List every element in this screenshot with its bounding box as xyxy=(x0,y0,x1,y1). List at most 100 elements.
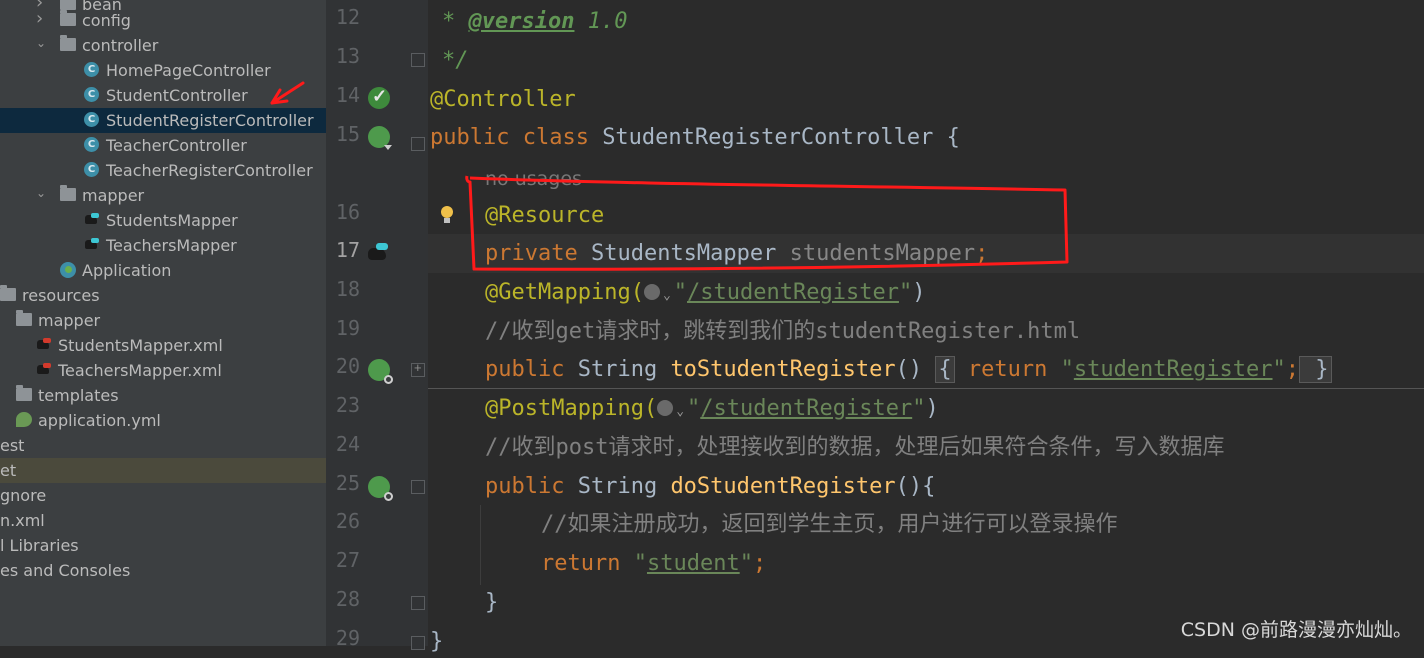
tree-item[interactable]: ⌄ mapper xyxy=(0,308,326,333)
line-number: 27 xyxy=(335,548,360,572)
tree-item[interactable]: ⌄resources xyxy=(0,283,326,308)
usages-hint[interactable]: no usages xyxy=(485,163,582,195)
globe-icon[interactable] xyxy=(643,284,660,300)
tree-item-label: StudentRegisterController xyxy=(106,111,314,130)
code-line-18: @GetMapping(⌄ "/studentRegister") xyxy=(485,277,925,309)
tree-item-label: StudentsMapper.xml xyxy=(58,336,223,355)
code-line-14: @Controller xyxy=(430,87,576,112)
fold-marker[interactable] xyxy=(411,137,425,151)
spring-bean-gutter-icon[interactable] xyxy=(368,126,392,150)
autowired-bean-gutter-icon[interactable] xyxy=(366,240,388,262)
tree-item-label: templates xyxy=(38,386,119,405)
line-number: 20 xyxy=(335,354,360,378)
code-line-26: //如果注册成功，返回到学生主页，用户进行可以登录操作 xyxy=(541,512,1118,537)
line-number: 15 xyxy=(335,122,360,146)
tree-item-label: n.xml xyxy=(0,511,45,530)
tree-item-label: StudentsMapper xyxy=(106,211,238,230)
java-class-icon: C xyxy=(84,112,100,128)
tree-item[interactable]: es and Consoles xyxy=(0,558,326,583)
line-number: 16 xyxy=(335,200,360,224)
tree-item[interactable]: l Libraries xyxy=(0,533,326,558)
tree-item-label: TeachersMapper.xml xyxy=(58,361,222,380)
tree-item[interactable]: Application xyxy=(0,258,326,283)
fold-marker[interactable] xyxy=(411,636,425,650)
chevron-down-icon[interactable]: ⌄ xyxy=(36,186,48,202)
tree-item[interactable]: est xyxy=(0,433,326,458)
tree-item-label: est xyxy=(0,436,25,455)
chevron-right-icon[interactable]: › xyxy=(36,8,48,29)
chevron-down-icon[interactable]: ⌄ xyxy=(676,396,684,428)
tree-item[interactable]: StudentsMapper.xml xyxy=(0,333,326,358)
chevron-down-icon[interactable]: ⌄ xyxy=(663,280,671,312)
code-line-16: @Resource xyxy=(485,203,605,228)
line-number: 17 xyxy=(335,238,360,262)
tree-item-label: application.yml xyxy=(38,411,161,430)
web-endpoint-gutter-icon[interactable] xyxy=(368,476,393,501)
code-line-24: //收到post请求时，处理接收到的数据，处理后如果符合条件，写入数据库 xyxy=(485,435,1225,460)
tree-item-label: mapper xyxy=(38,311,101,330)
mybatis-mapper-icon xyxy=(84,212,100,228)
fold-marker[interactable] xyxy=(411,53,425,67)
chevron-right-icon[interactable]: › xyxy=(36,0,48,13)
tree-item[interactable]: TeachersMapper.xml xyxy=(0,358,326,383)
folder-icon xyxy=(60,10,76,28)
folder-icon xyxy=(0,285,16,303)
intention-bulb-icon[interactable] xyxy=(440,206,454,224)
tree-item[interactable]: C StudentController xyxy=(0,83,326,108)
fold-expand-marker[interactable] xyxy=(411,360,425,377)
indent-guide xyxy=(480,505,481,585)
tree-item[interactable]: › templates xyxy=(0,383,326,408)
tree-item[interactable]: gnore xyxy=(0,483,326,508)
java-class-icon: C xyxy=(84,162,100,178)
web-endpoint-gutter-icon[interactable] xyxy=(368,359,393,384)
tree-item-label: TeacherController xyxy=(106,136,247,155)
line-number: 12 xyxy=(335,5,360,29)
fold-marker[interactable] xyxy=(411,480,425,494)
line-number: 19 xyxy=(335,316,360,340)
code-line-19: //收到get请求时，跳转到我们的studentRegister.html xyxy=(485,319,1081,344)
folder-icon xyxy=(16,310,32,328)
tree-item[interactable]: StudentsMapper xyxy=(0,208,326,233)
tree-item[interactable]: › config xyxy=(0,8,326,33)
tree-item[interactable]: n.xml xyxy=(0,508,326,533)
tree-item-label: mapper xyxy=(82,186,145,205)
method-separator xyxy=(428,388,1424,389)
chevron-down-icon[interactable]: ⌄ xyxy=(0,311,4,327)
code-line-27: return "student"; xyxy=(541,551,767,576)
line-number: 28 xyxy=(335,587,360,611)
folder-icon xyxy=(60,35,76,53)
tree-item-label: Application xyxy=(82,261,172,280)
tree-item[interactable]: et xyxy=(0,458,326,483)
tree-item[interactable]: C TeacherRegisterController xyxy=(0,158,326,183)
folded-block[interactable]: } xyxy=(1299,356,1332,383)
tree-item[interactable]: application.yml xyxy=(0,408,326,433)
folded-block[interactable]: { xyxy=(935,356,955,383)
line-number: 14 xyxy=(335,83,360,107)
project-tree-panel: › bean › config ⌄ controller C HomePageControll… xyxy=(0,0,326,646)
line-number: 24 xyxy=(335,432,360,456)
code-line-15: public class StudentRegisterController { xyxy=(430,125,960,150)
tree-item[interactable]: ⌄ controller xyxy=(0,33,326,58)
globe-icon[interactable] xyxy=(657,400,674,416)
watermark: CSDN @前路漫漫亦灿灿。 xyxy=(1180,619,1412,641)
folder-icon xyxy=(16,385,32,403)
code-line-20: public String toStudentRegister() { retu… xyxy=(485,354,1332,386)
line-number: 29 xyxy=(335,626,360,650)
spring-controller-gutter-icon[interactable] xyxy=(368,86,390,109)
yaml-file-icon xyxy=(16,412,32,428)
tree-item-label: TeacherRegisterController xyxy=(106,161,313,180)
tree-item-label: resources xyxy=(22,286,100,305)
tree-item[interactable]: C TeacherController xyxy=(0,133,326,158)
tree-item[interactable]: TeachersMapper xyxy=(0,233,326,258)
fold-marker[interactable] xyxy=(411,596,425,610)
code-line-25: public String doStudentRegister(){ xyxy=(485,474,936,499)
tree-item-label: TeachersMapper xyxy=(106,236,237,255)
chevron-right-icon[interactable]: › xyxy=(0,383,4,399)
tree-item[interactable]: C HomePageController xyxy=(0,58,326,83)
tree-item-label: StudentController xyxy=(106,86,248,105)
tree-item[interactable]: ⌄ mapper xyxy=(0,183,326,208)
java-class-icon: C xyxy=(84,137,100,153)
tree-item[interactable]: C StudentRegisterController xyxy=(0,108,326,133)
line-number: 23 xyxy=(335,393,360,417)
chevron-down-icon[interactable]: ⌄ xyxy=(36,36,48,52)
